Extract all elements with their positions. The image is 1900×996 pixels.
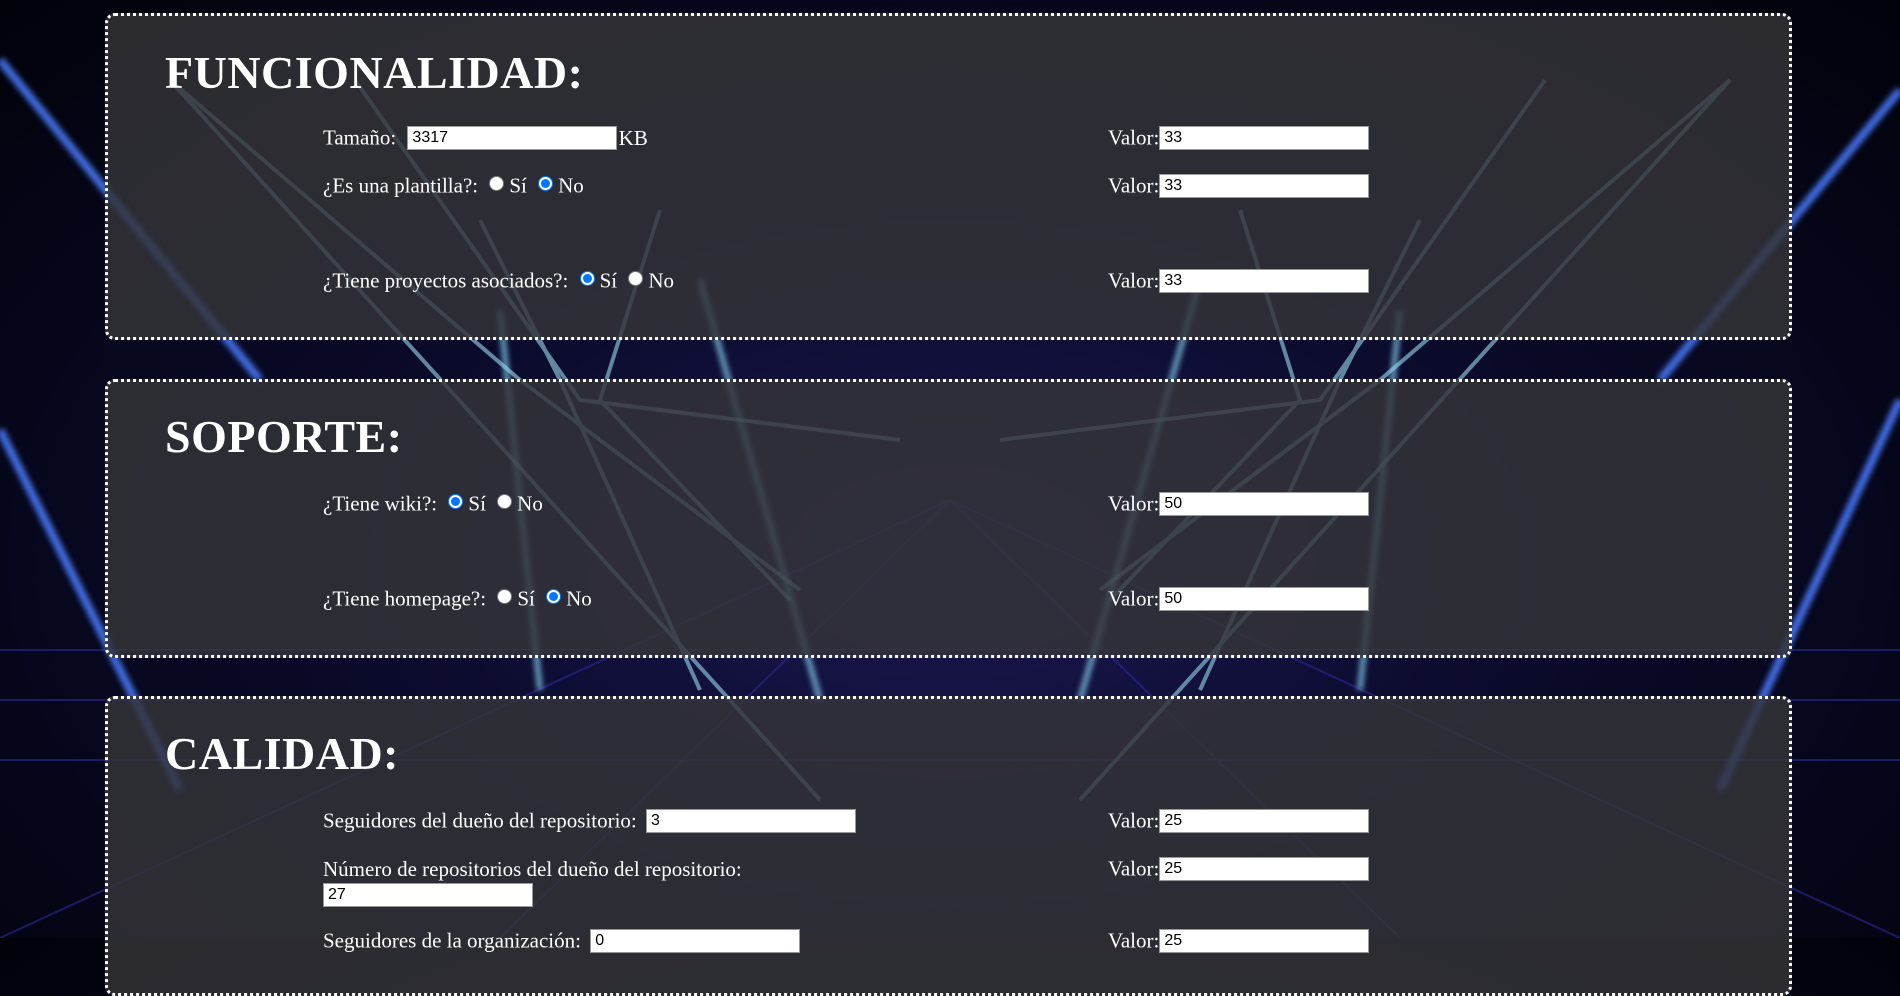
plantilla-valor-row: Valor: bbox=[1108, 172, 1370, 199]
seguidores-org-input[interactable] bbox=[590, 929, 801, 954]
homepage-valor-row: Valor: bbox=[1108, 585, 1370, 612]
plantilla-row: ¿Es una plantilla?: Sí No bbox=[323, 172, 584, 199]
proyectos-label: ¿Tiene proyectos asociados?: bbox=[323, 268, 569, 293]
valor-label: Valor: bbox=[1108, 808, 1160, 833]
valor-label: Valor: bbox=[1108, 125, 1160, 150]
wiki-no-radio[interactable] bbox=[497, 493, 513, 509]
seguidores-org-row: Seguidores de la organización: bbox=[323, 927, 801, 954]
proyectos-si-label: Sí bbox=[599, 268, 618, 293]
homepage-no-radio[interactable] bbox=[546, 588, 562, 604]
tamano-unit: KB bbox=[618, 125, 648, 150]
wiki-row: ¿Tiene wiki?: Sí No bbox=[323, 490, 543, 517]
repos-dueno-row: Número de repositorios del dueño del rep… bbox=[323, 855, 823, 908]
soporte-section: SOPORTE: ¿Tiene wiki?: Sí No Valor: ¿Tie… bbox=[105, 379, 1792, 658]
valor-label: Valor: bbox=[1108, 586, 1160, 611]
repos-dueno-valor-row: Valor: bbox=[1108, 855, 1370, 882]
tamano-label: Tamaño: bbox=[323, 125, 397, 150]
tamano-input[interactable] bbox=[407, 126, 618, 151]
homepage-label: ¿Tiene homepage?: bbox=[323, 586, 487, 611]
wiki-valor-input[interactable] bbox=[1159, 492, 1370, 517]
tamano-valor-row: Valor: bbox=[1108, 124, 1370, 151]
valor-label: Valor: bbox=[1108, 173, 1160, 198]
seguidores-dueno-label: Seguidores del dueño del repositorio: bbox=[323, 808, 637, 833]
funcionalidad-section: FUNCIONALIDAD: Tamaño: KB Valor: ¿Es una… bbox=[105, 13, 1792, 340]
homepage-si-radio[interactable] bbox=[497, 588, 513, 604]
seguidores-org-valor-row: Valor: bbox=[1108, 927, 1370, 954]
plantilla-valor-input[interactable] bbox=[1159, 174, 1370, 199]
proyectos-valor-input[interactable] bbox=[1159, 269, 1370, 294]
homepage-valor-input[interactable] bbox=[1159, 587, 1370, 612]
wiki-label: ¿Tiene wiki?: bbox=[323, 491, 438, 516]
plantilla-label: ¿Es una plantilla?: bbox=[323, 173, 479, 198]
repos-dueno-valor-input[interactable] bbox=[1159, 857, 1370, 882]
calidad-section: CALIDAD: Seguidores del dueño del reposi… bbox=[105, 696, 1792, 996]
wiki-no-label: No bbox=[517, 491, 543, 516]
seguidores-dueno-valor-row: Valor: bbox=[1108, 807, 1370, 834]
plantilla-no-radio[interactable] bbox=[538, 175, 554, 191]
plantilla-si-radio[interactable] bbox=[489, 175, 505, 191]
repos-dueno-label: Número de repositorios del dueño del rep… bbox=[323, 857, 742, 882]
repos-dueno-input[interactable] bbox=[323, 883, 533, 908]
tamano-row: Tamaño: KB bbox=[323, 124, 648, 151]
tamano-valor-input[interactable] bbox=[1159, 126, 1370, 151]
valor-label: Valor: bbox=[1108, 268, 1160, 293]
seguidores-dueno-row: Seguidores del dueño del repositorio: bbox=[323, 807, 857, 834]
funcionalidad-title: FUNCIONALIDAD: bbox=[165, 47, 584, 98]
proyectos-no-label: No bbox=[648, 268, 675, 293]
proyectos-valor-row: Valor: bbox=[1108, 267, 1370, 294]
seguidores-org-valor-input[interactable] bbox=[1159, 929, 1370, 954]
seguidores-dueno-input[interactable] bbox=[646, 809, 857, 834]
proyectos-row: ¿Tiene proyectos asociados?: Sí No bbox=[323, 267, 674, 294]
plantilla-si-label: Sí bbox=[509, 173, 527, 198]
wiki-valor-row: Valor: bbox=[1108, 490, 1370, 517]
proyectos-no-radio[interactable] bbox=[628, 270, 644, 286]
calidad-title: CALIDAD: bbox=[165, 728, 399, 779]
homepage-si-label: Sí bbox=[517, 586, 535, 611]
soporte-title: SOPORTE: bbox=[165, 411, 403, 462]
homepage-no-label: No bbox=[566, 586, 592, 611]
proyectos-si-radio[interactable] bbox=[579, 270, 595, 286]
valor-label: Valor: bbox=[1108, 856, 1160, 881]
seguidores-dueno-valor-input[interactable] bbox=[1159, 809, 1370, 834]
wiki-si-radio[interactable] bbox=[448, 493, 464, 509]
seguidores-org-label: Seguidores de la organización: bbox=[323, 928, 581, 953]
valor-label: Valor: bbox=[1108, 928, 1160, 953]
valor-label: Valor: bbox=[1108, 491, 1160, 516]
homepage-row: ¿Tiene homepage?: Sí No bbox=[323, 585, 592, 612]
wiki-si-label: Sí bbox=[468, 491, 486, 516]
plantilla-no-label: No bbox=[558, 173, 584, 198]
